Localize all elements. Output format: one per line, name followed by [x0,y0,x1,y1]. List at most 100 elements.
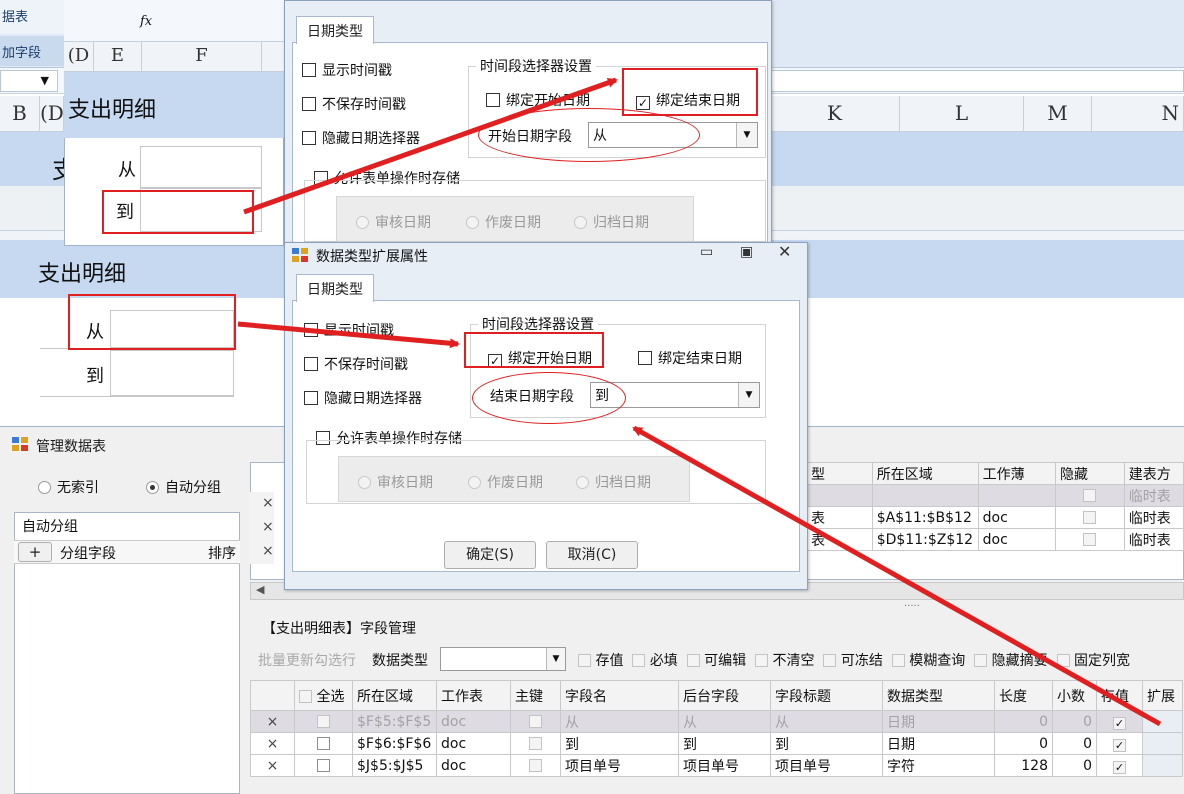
column-header[interactable]: 隐藏 [1054,462,1125,485]
row-checkbox[interactable] [294,732,353,755]
formula-input[interactable] [770,70,1184,92]
save-checkbox[interactable] [1096,754,1143,777]
column-header[interactable]: (D [40,96,64,132]
key-checkbox[interactable] [510,732,561,755]
tab-date-type[interactable]: 日期类型 [296,16,374,44]
hidden-checkbox[interactable] [1054,528,1125,551]
toggle-save[interactable]: 存值 [578,653,623,669]
snippet-from-cell[interactable] [140,146,262,188]
column-header[interactable]: 字段名 [560,680,679,711]
table-row[interactable]: × $J$5:$J$5 doc 项目单号 项目单号 项目单号 字符 128 0 [250,754,1183,777]
column-header[interactable]: 小数 [1052,680,1097,711]
column-header[interactable]: 存值 [1096,680,1143,711]
delete-row-icon[interactable]: × [262,543,274,559]
add-group-button[interactable]: + [18,542,52,562]
column-header[interactable]: N [1092,96,1184,132]
bind-start-checkbox[interactable]: 绑定开始日期 [486,90,590,110]
maximize-icon[interactable]: ▣ [740,244,753,260]
column-header[interactable]: 工作薄 [977,462,1056,485]
radio-void[interactable]: 作废日期 [468,472,543,492]
opt-no-save-timestamp[interactable]: 不保存时间戳 [304,354,408,374]
highlight-oval [478,108,700,162]
column-header[interactable]: E [94,42,142,72]
extend-button[interactable] [1142,754,1183,777]
column-header[interactable]: 数据类型 [882,680,995,711]
close-icon[interactable]: ✕ [778,242,791,261]
toggle-editable[interactable]: 可编辑 [686,653,746,669]
radio-audit[interactable]: 审核日期 [358,472,433,492]
opt-show-timestamp[interactable]: 显示时间戳 [302,60,392,80]
cell-type [806,484,873,507]
column-header[interactable]: 建表方 [1123,462,1184,485]
cancel-button[interactable]: 取消(C) [546,541,638,569]
save-checkbox[interactable] [1096,732,1143,755]
select-all-header[interactable]: 全选 [294,680,353,711]
key-checkbox[interactable] [510,710,561,733]
toggle-fuzzy[interactable]: 模糊查询 [891,653,965,669]
extend-button[interactable] [1142,710,1183,733]
toggle-hide-summary[interactable]: 隐藏摘要 [974,653,1048,669]
radio-archive[interactable]: 归档日期 [574,212,649,232]
row-checkbox[interactable] [294,754,353,777]
radio-no-index[interactable]: 无索引 [38,477,99,497]
hidden-checkbox[interactable] [1054,506,1125,529]
key-checkbox[interactable] [510,754,561,777]
column-header[interactable]: (D [64,42,94,72]
name-box-dropdown-icon[interactable]: ▼ [0,70,58,92]
opt-hide-date-picker[interactable]: 隐藏日期选择器 [304,388,422,408]
table-row[interactable]: 临时表 [806,484,1184,507]
scroll-left-icon[interactable]: ◀ [256,583,264,596]
column-header[interactable]: L [900,96,1024,132]
column-header[interactable]: 扩展 [1142,680,1183,711]
ribbon-tab-add-field[interactable]: 加字段 [0,36,64,66]
radio-archive[interactable]: 归档日期 [576,472,651,492]
toggle-required[interactable]: 必填 [632,653,678,669]
column-header[interactable]: 主键 [510,680,561,711]
table-row[interactable]: 表 $A$11:$B$12 doc 临时表 [806,506,1184,529]
splitter[interactable]: ..... [904,598,920,609]
column-header[interactable]: 工作表 [436,680,511,711]
tab-date-type[interactable]: 日期类型 [296,274,374,302]
bind-end-checkbox[interactable]: 绑定结束日期 [638,348,742,368]
delete-row-icon[interactable]: × [262,495,274,511]
opt-show-timestamp[interactable]: 显示时间戳 [304,320,394,340]
column-header[interactable]: 型 [806,462,873,485]
to-cell[interactable] [110,350,234,396]
chevron-down-icon[interactable]: ▼ [738,383,759,407]
column-header[interactable]: 后台字段 [678,680,771,711]
radio-auto-group[interactable]: 自动分组 [146,477,221,497]
cell-dtype: 字符 [882,754,995,777]
column-header[interactable]: F [142,42,262,72]
opt-hide-date-picker[interactable]: 隐藏日期选择器 [302,128,420,148]
table-row[interactable]: × $F$6:$F$6 doc 到 到 到 日期 0 0 [250,732,1183,755]
delete-row-icon[interactable]: × [262,519,274,535]
delete-row-icon[interactable]: × [250,710,295,733]
radio-audit[interactable]: 审核日期 [356,212,431,232]
delete-row-icon[interactable]: × [250,754,295,777]
toggle-fixed-width[interactable]: 固定列宽 [1056,653,1130,669]
toggle-no-clear[interactable]: 不清空 [755,653,815,669]
select-all-checkbox[interactable] [299,689,312,703]
table-row[interactable]: 表 $D$11:$Z$12 doc 临时表 [806,528,1184,551]
minimize-icon[interactable]: ▭ [700,244,713,260]
column-header[interactable]: 长度 [994,680,1053,711]
ok-button[interactable]: 确定(S) [444,541,536,569]
column-header[interactable]: B [0,96,40,132]
chevron-down-icon[interactable]: ▼ [736,123,757,147]
column-header[interactable]: M [1024,96,1092,132]
delete-row-icon[interactable]: × [250,732,295,755]
column-header[interactable]: 字段标题 [770,680,883,711]
ribbon-tab-data-table[interactable]: 据表 [0,0,64,34]
row-checkbox[interactable] [294,710,353,733]
column-header[interactable]: 所在区域 [352,680,437,711]
opt-no-save-timestamp[interactable]: 不保存时间戳 [302,94,406,114]
hidden-checkbox[interactable] [1054,484,1125,507]
radio-void[interactable]: 作废日期 [466,212,541,232]
extend-button[interactable] [1142,732,1183,755]
chevron-down-icon[interactable]: ▼ [546,648,565,670]
column-header[interactable]: K [770,96,900,132]
table-row[interactable]: × $F$5:$F$5 doc 从 从 从 日期 0 0 [250,710,1183,733]
column-header[interactable]: 所在区域 [871,462,979,485]
save-checkbox[interactable] [1096,710,1143,733]
toggle-freeze[interactable]: 可冻结 [823,653,883,669]
